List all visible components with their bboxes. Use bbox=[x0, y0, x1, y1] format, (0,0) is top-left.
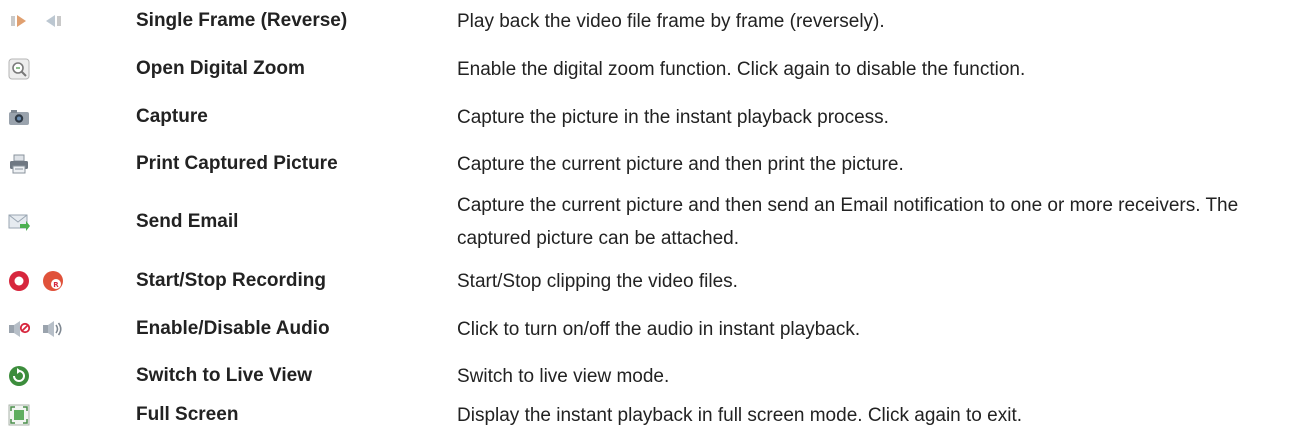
row-name: Send Email bbox=[136, 211, 239, 232]
table-row: Print Captured Picture Capture the curre… bbox=[0, 147, 1299, 181]
toolbar-icon-reference-table: Single Frame (Reverse) Play back the vid… bbox=[0, 0, 1299, 437]
row-description: Capture the current picture and then pri… bbox=[457, 153, 904, 175]
row-description: Click to turn on/off the audio in instan… bbox=[457, 318, 861, 340]
stop-recording-icon: R bbox=[42, 270, 64, 292]
table-row: Single Frame (Reverse) Play back the vid… bbox=[0, 4, 1299, 38]
row-icons bbox=[8, 211, 30, 233]
svg-text:R: R bbox=[53, 281, 59, 289]
table-row: R Start/Stop Recording Start/Stop clippi… bbox=[0, 264, 1299, 298]
row-description: Display the instant playback in full scr… bbox=[457, 404, 1022, 426]
row-name: Switch to Live View bbox=[136, 365, 312, 386]
printer-icon bbox=[8, 153, 30, 175]
row-icons: R bbox=[8, 270, 64, 292]
start-recording-icon bbox=[8, 270, 30, 292]
row-icons bbox=[8, 365, 30, 387]
table-row: Capture Capture the picture in the insta… bbox=[0, 100, 1299, 134]
row-description: Start/Stop clipping the video files. bbox=[457, 270, 738, 292]
table-row: Full Screen Display the instant playback… bbox=[0, 398, 1299, 432]
audio-on-icon bbox=[42, 318, 64, 340]
single-frame-forward-icon bbox=[8, 10, 30, 32]
row-description: Enable the digital zoom function. Click … bbox=[457, 58, 1026, 80]
row-icons bbox=[8, 404, 30, 426]
row-icons bbox=[8, 106, 30, 128]
digital-zoom-icon bbox=[8, 58, 30, 80]
row-icons bbox=[8, 153, 30, 175]
row-name: Open Digital Zoom bbox=[136, 58, 305, 79]
row-description: Switch to live view mode. bbox=[457, 365, 670, 387]
live-view-icon bbox=[8, 365, 30, 387]
table-row: Open Digital Zoom Enable the digital zoo… bbox=[0, 52, 1299, 86]
row-name: Print Captured Picture bbox=[136, 153, 338, 174]
single-frame-reverse-icon bbox=[42, 10, 64, 32]
row-name: Enable/Disable Audio bbox=[136, 318, 330, 339]
table-row: Switch to Live View Switch to live view … bbox=[0, 359, 1299, 393]
row-name: Capture bbox=[136, 106, 208, 127]
send-email-icon bbox=[8, 211, 30, 233]
audio-off-icon bbox=[8, 318, 30, 340]
row-icons bbox=[8, 58, 30, 80]
row-description: Capture the picture in the instant playb… bbox=[457, 106, 889, 128]
row-icons bbox=[8, 318, 64, 340]
table-row: Send Email Capture the current picture a… bbox=[0, 189, 1299, 255]
row-icons bbox=[8, 10, 64, 32]
row-name: Start/Stop Recording bbox=[136, 270, 327, 291]
row-description: Play back the video file frame by frame … bbox=[457, 10, 885, 32]
row-description: Capture the current picture and then sen… bbox=[457, 195, 1239, 249]
row-name: Single Frame (Reverse) bbox=[136, 10, 348, 31]
full-screen-icon bbox=[8, 404, 30, 426]
table-row: Enable/Disable Audio Click to turn on/of… bbox=[0, 312, 1299, 346]
row-name: Full Screen bbox=[136, 404, 239, 425]
camera-capture-icon bbox=[8, 106, 30, 128]
